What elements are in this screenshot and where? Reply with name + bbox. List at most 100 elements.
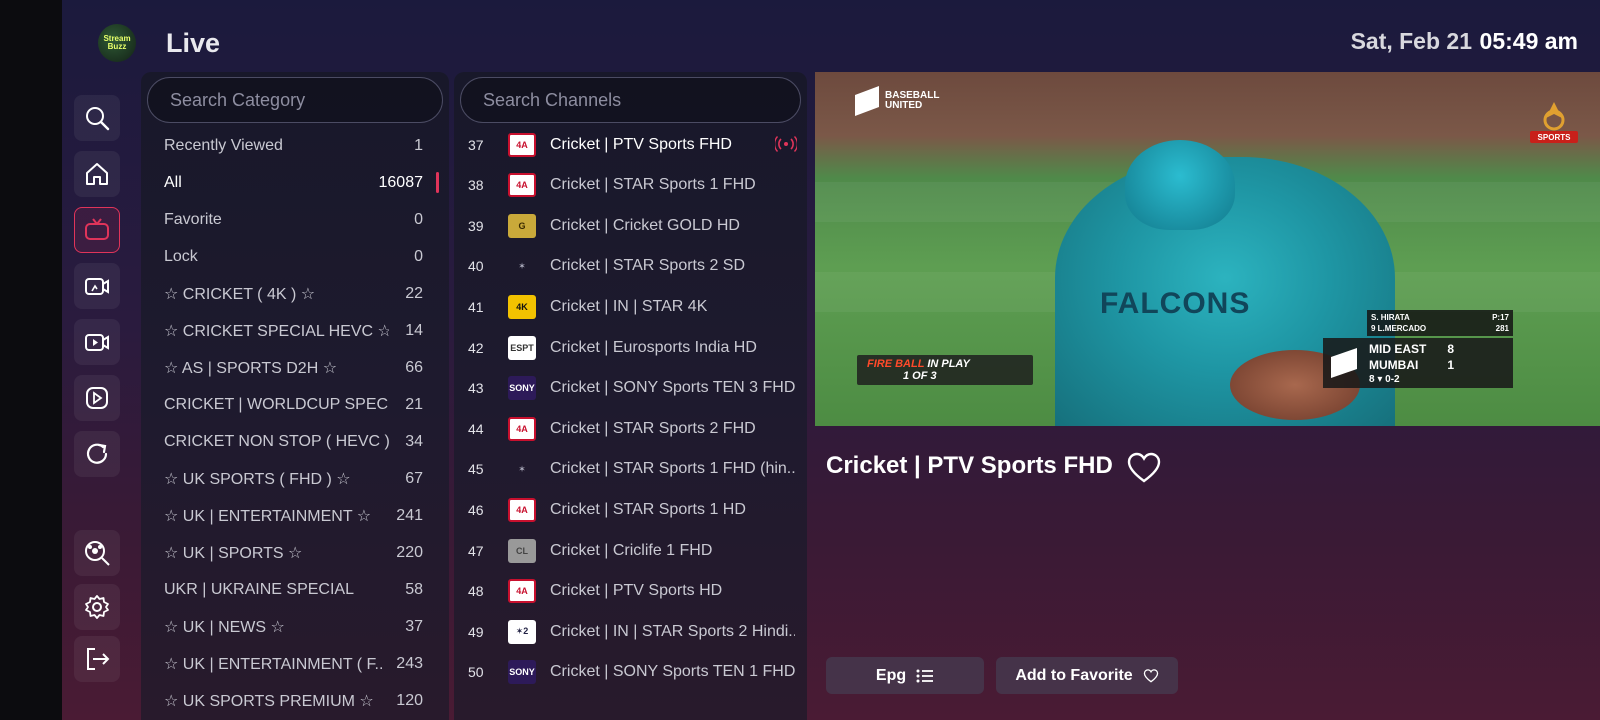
nav-live-tv-button[interactable] — [74, 207, 120, 253]
category-count: 243 — [396, 654, 423, 672]
channel-logo: 4A — [508, 497, 536, 522]
category-item[interactable]: ☆ UK | ENTERTAINMENT ☆ 241 — [141, 497, 449, 534]
channel-item[interactable]: 42 ESPT Cricket | Eurosports India HD — [454, 327, 807, 368]
team1-score: 8 — [1447, 342, 1454, 356]
channel-name: Cricket | SONY Sports TEN 1 FHD — [550, 663, 795, 681]
batter-stat: 281 — [1495, 324, 1509, 333]
category-name: ☆ UK | ENTERTAINMENT ( F.. — [164, 655, 384, 673]
channel-logo: SONY — [508, 376, 536, 401]
nav-logout-button[interactable] — [74, 636, 120, 682]
fireball-in-play: IN PLAY — [927, 358, 970, 370]
channel-number: 40 — [468, 258, 484, 275]
app-root: Stream Buzz Live Sat, Feb 21 05:49 am Re… — [62, 0, 1600, 720]
nav-movies-button[interactable] — [74, 263, 120, 309]
category-count: 0 — [414, 247, 423, 265]
nav-refresh-button[interactable] — [74, 431, 120, 477]
category-item[interactable]: Lock 0 — [141, 238, 449, 275]
channel-number: 39 — [468, 217, 484, 234]
channel-search-input[interactable] — [461, 78, 800, 122]
nav-play-button[interactable] — [74, 375, 120, 421]
header-date: Sat, Feb 21 — [1350, 28, 1472, 54]
page-title: Live — [166, 28, 221, 58]
channel-number: 38 — [468, 177, 484, 194]
batter-name: 9 L.MERCADO — [1371, 324, 1427, 333]
category-item[interactable]: ☆ AS | SPORTS D2H ☆ 66 — [141, 349, 449, 386]
channel-item[interactable]: 49 ✶2 Cricket | IN | STAR Sports 2 Hindi.. — [454, 611, 807, 652]
channel-item[interactable]: 50 SONY Cricket | SONY Sports TEN 1 FHD — [454, 652, 807, 693]
category-item[interactable]: Recently Viewed 1 — [141, 127, 449, 164]
channel-item[interactable]: 46 4A Cricket | STAR Sports 1 HD — [454, 489, 807, 530]
channel-name: Cricket | STAR Sports 1 FHD (hin.. — [550, 460, 795, 478]
category-count: 220 — [396, 543, 423, 561]
category-count: 67 — [405, 469, 423, 487]
channel-item[interactable]: 44 4A Cricket | STAR Sports 2 FHD — [454, 408, 807, 449]
channel-logo: 4A — [508, 579, 536, 604]
category-count: 16087 — [378, 173, 424, 191]
category-name: All — [164, 173, 182, 191]
app-logo: Stream Buzz — [98, 24, 136, 62]
nav-series-button[interactable] — [74, 319, 120, 365]
nav-home-button[interactable] — [74, 151, 120, 197]
category-item[interactable]: CRICKET | WORLDCUP SPECI.. 21 — [141, 386, 449, 423]
channel-number: 44 — [468, 420, 484, 437]
category-search-box[interactable] — [147, 77, 443, 123]
channel-item[interactable]: 40 ✶ Cricket | STAR Sports 2 SD — [454, 246, 807, 287]
left-edge-bar — [0, 0, 62, 720]
category-item[interactable]: ☆ CRICKET ( 4K ) ☆ 22 — [141, 275, 449, 312]
channel-number: 45 — [468, 461, 484, 478]
category-name: ☆ UK | ENTERTAINMENT ☆ — [164, 507, 372, 525]
channel-name: Cricket | Cricket GOLD HD — [550, 216, 740, 234]
heart-icon[interactable] — [1127, 452, 1161, 484]
channel-item[interactable]: 39 G Cricket | Cricket GOLD HD — [454, 205, 807, 246]
category-count: 14 — [405, 321, 423, 339]
refresh-icon — [86, 443, 108, 464]
channel-item[interactable]: 43 SONY Cricket | SONY Sports TEN 3 FHD — [454, 368, 807, 409]
fireball-overlay: FIRE BALL IN PLAY 1 OF 3 — [857, 355, 1033, 385]
sports-logo-text: SPORTS — [1538, 133, 1572, 142]
epg-button[interactable]: Epg — [826, 657, 984, 694]
team1-name: MID EAST — [1369, 342, 1427, 356]
channel-logo: 4K — [508, 294, 536, 319]
channel-item[interactable]: 45 ✶ Cricket | STAR Sports 1 FHD (hin.. — [454, 449, 807, 490]
category-count: 22 — [405, 284, 423, 302]
league-mark — [1331, 348, 1357, 378]
category-name: Lock — [164, 247, 198, 265]
category-item[interactable]: CRICKET NON STOP ( HEVC ) 34 — [141, 423, 449, 460]
category-search-input[interactable] — [148, 78, 442, 122]
channel-name: Cricket | STAR Sports 2 SD — [550, 257, 746, 275]
category-item[interactable]: ☆ UK | NEWS ☆ 37 — [141, 608, 449, 645]
category-item[interactable]: ☆ UK | SPORTS ☆ 220 — [141, 534, 449, 571]
channel-logo: ✶ — [518, 463, 526, 474]
channel-name: Cricket | SONY Sports TEN 3 FHD — [550, 379, 795, 397]
channel-item[interactable]: 47 CL Cricket | Criclife 1 FHD — [454, 530, 807, 571]
category-item[interactable]: ☆ UK SPORTS ( FHD ) ☆ 67 — [141, 460, 449, 497]
category-item[interactable]: UKR | UKRAINE SPECIAL 58 — [141, 571, 449, 608]
category-item[interactable]: ☆ UK | ENTERTAINMENT ( F.. 243 — [141, 645, 449, 682]
category-item[interactable]: ☆ UK SPORTS PREMIUM ☆ 120 — [141, 682, 449, 719]
category-item[interactable]: Favorite 0 — [141, 201, 449, 238]
epg-label: Epg — [875, 666, 907, 684]
add-to-favorite-button[interactable]: Add to Favorite — [996, 657, 1178, 694]
settings-icon — [85, 595, 109, 619]
channel-number: 46 — [468, 501, 484, 518]
channel-item[interactable]: 48 4A Cricket | PTV Sports HD — [454, 571, 807, 612]
video-player[interactable]: FALCONS BASEBALL UNITED SPORTS FIRE BALL… — [815, 72, 1600, 426]
channel-number: 42 — [468, 339, 484, 356]
search-icon — [86, 107, 110, 131]
category-name: Favorite — [164, 210, 222, 228]
category-item[interactable]: ☆ CRICKET SPECIAL HEVC ☆ 14 — [141, 312, 449, 349]
channel-number: 37 — [468, 136, 484, 153]
player-cap — [1125, 140, 1235, 230]
category-item[interactable]: All 16087 — [141, 164, 449, 201]
nav-search-button[interactable] — [74, 95, 120, 141]
baseball-united-logo: BASEBALL UNITED — [855, 86, 939, 116]
channel-item[interactable]: 38 4A Cricket | STAR Sports 1 FHD — [454, 165, 807, 206]
channel-number: 49 — [468, 623, 484, 640]
scoreboard-main: MID EAST 8 MUMBAI 1 8 ▾ 0-2 — [1323, 338, 1513, 388]
logout-icon — [87, 648, 110, 670]
nav-settings-button[interactable] — [74, 584, 120, 630]
nav-sports-button[interactable] — [74, 530, 120, 576]
channel-search-box[interactable] — [460, 77, 801, 123]
channel-item[interactable]: 37 4A Cricket | PTV Sports FHD — [454, 124, 807, 165]
channel-item[interactable]: 41 4K Cricket | IN | STAR 4K — [454, 286, 807, 327]
